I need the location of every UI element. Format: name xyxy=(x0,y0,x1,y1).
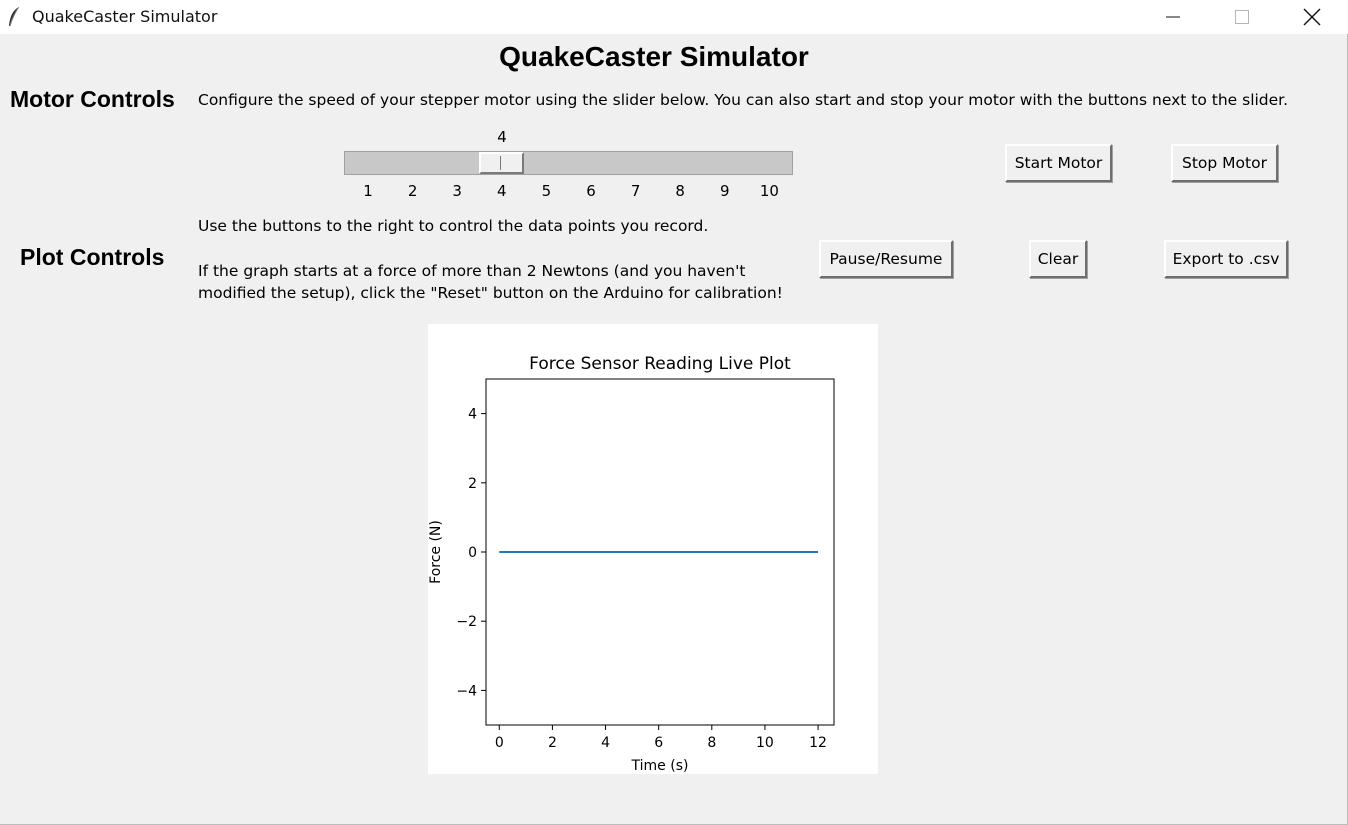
speed-slider-track[interactable] xyxy=(344,151,793,175)
speed-slider-value: 4 xyxy=(497,128,507,146)
start-motor-button[interactable]: Start Motor xyxy=(1005,144,1112,182)
close-icon xyxy=(1303,8,1321,26)
y-axis-label: Force (N) xyxy=(428,520,444,584)
window-title: QuakeCaster Simulator xyxy=(32,7,218,26)
speed-slider-thumb[interactable] xyxy=(479,152,524,174)
x-tick-label: 0 xyxy=(495,735,504,751)
y-tick-label: 2 xyxy=(468,476,477,492)
y-tick-label: −4 xyxy=(456,683,477,699)
pause-resume-button[interactable]: Pause/Resume xyxy=(819,240,953,278)
plot-controls-label: Plot Controls xyxy=(20,244,165,270)
app-title: QuakeCaster Simulator xyxy=(499,41,809,72)
x-tick-label: 8 xyxy=(707,735,716,751)
calibration-note-line2: modified the setup), click the "Reset" b… xyxy=(198,284,783,302)
feather-icon xyxy=(9,6,20,27)
plot-title: Force Sensor Reading Live Plot xyxy=(529,354,791,374)
motor-controls-label: Motor Controls xyxy=(10,86,175,112)
x-tick-label: 4 xyxy=(601,735,610,751)
plot-description: Use the buttons to the right to control … xyxy=(198,217,709,235)
y-tick-label: −2 xyxy=(456,614,477,630)
minimize-icon xyxy=(1166,16,1180,18)
slider-tick-label: 9 xyxy=(720,182,730,200)
motor-description: Configure the speed of your stepper moto… xyxy=(198,91,1289,109)
slider-tick-label: 10 xyxy=(759,182,779,200)
maximize-icon xyxy=(1235,10,1249,24)
close-button[interactable] xyxy=(1282,0,1342,34)
slider-tick-label: 3 xyxy=(452,182,462,200)
slider-tick-label: 6 xyxy=(586,182,596,200)
slider-tick-label: 1 xyxy=(363,182,373,200)
slider-tick-label: 5 xyxy=(541,182,552,200)
x-tick-label: 2 xyxy=(548,735,557,751)
y-tick-label: 0 xyxy=(468,545,477,561)
maximize-button[interactable] xyxy=(1212,0,1272,34)
slider-tick-label: 8 xyxy=(675,182,685,200)
calibration-note: If the graph starts at a force of more t… xyxy=(198,260,783,304)
export-csv-button[interactable]: Export to .csv xyxy=(1164,240,1288,278)
x-tick-label: 6 xyxy=(654,735,663,751)
force-plot-panel: Force Sensor Reading Live Plot 0 2 4 6 8 10 12 4… xyxy=(428,324,878,774)
slider-tick-label: 4 xyxy=(497,182,507,200)
y-tick-label: 4 xyxy=(468,407,477,423)
slider-tick-label: 7 xyxy=(630,182,641,200)
x-tick-label: 12 xyxy=(809,735,827,751)
force-plot: Force Sensor Reading Live Plot 0 2 4 6 8 10 12 4… xyxy=(428,354,835,774)
minimize-button[interactable] xyxy=(1143,0,1203,34)
clear-button[interactable]: Clear xyxy=(1029,240,1087,278)
app-window: QuakeCaster Simulator QuakeCaster Simula… xyxy=(0,0,1348,825)
title-bar[interactable]: QuakeCaster Simulator xyxy=(0,0,1348,34)
stop-motor-button[interactable]: Stop Motor xyxy=(1171,144,1278,182)
calibration-note-line1: If the graph starts at a force of more t… xyxy=(198,262,746,280)
x-axis-label: Time (s) xyxy=(631,758,689,774)
x-tick-label: 10 xyxy=(756,735,774,751)
slider-tick-label: 2 xyxy=(407,182,418,200)
